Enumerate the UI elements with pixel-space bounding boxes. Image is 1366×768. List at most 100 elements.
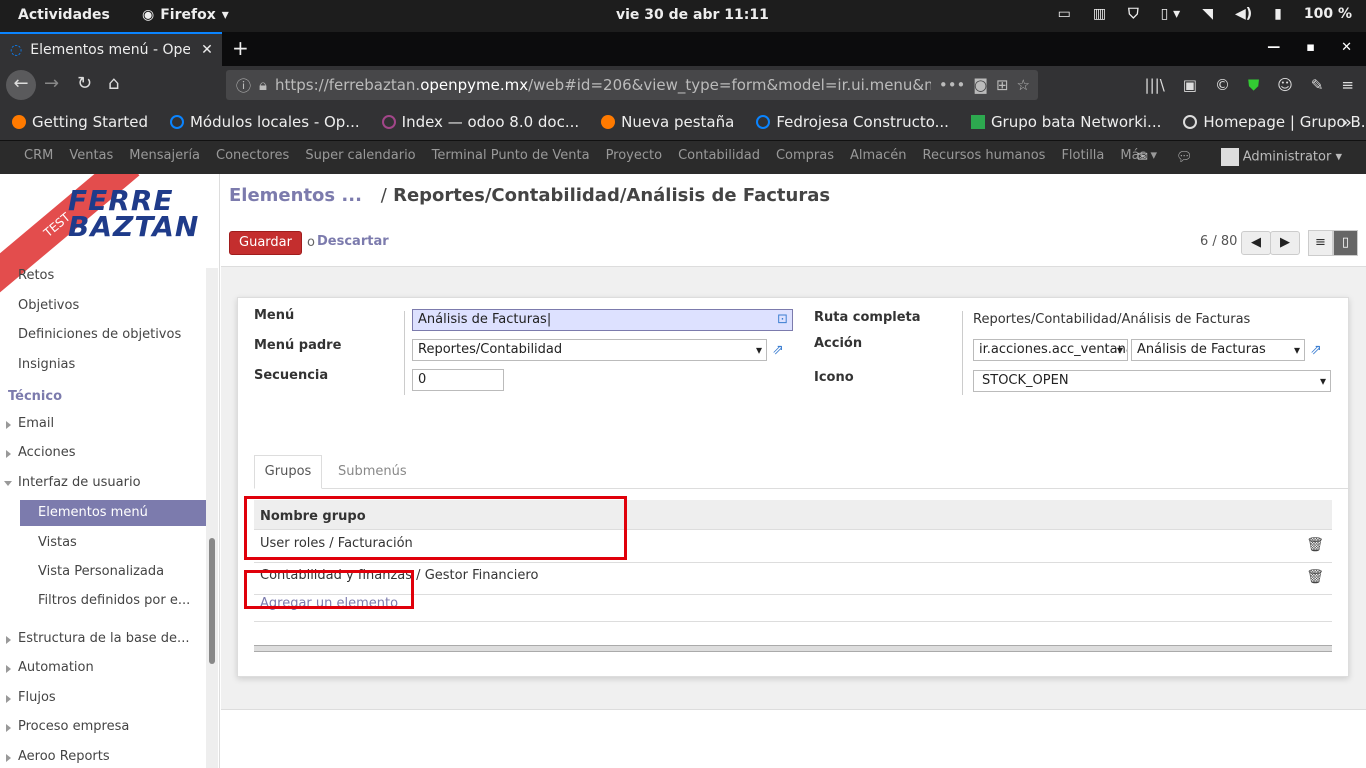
discard-button[interactable]: Descartar (317, 234, 389, 249)
icon-select[interactable]: STOCK_OPEN (973, 370, 1331, 392)
menu-pos[interactable]: Terminal Punto de Venta (432, 148, 590, 163)
sidebar-item-vista-personalizada[interactable]: Vista Personalizada (38, 564, 164, 579)
minimize-icon[interactable]: — (1267, 40, 1280, 55)
sidebar-item-aeroo[interactable]: Aeroo Reports (6, 749, 110, 764)
firefox-icon (12, 115, 26, 129)
close-window-icon[interactable]: ✕ (1341, 40, 1352, 55)
trash-icon[interactable]: 🗑︎ (1306, 564, 1324, 590)
scrollbar-thumb[interactable] (209, 538, 215, 664)
parent-menu-select[interactable]: Reportes/Contabilidad (412, 339, 767, 361)
lock-icon[interactable]: 🔒︎ (259, 76, 267, 94)
home-button[interactable]: ⌂ (108, 73, 119, 94)
url-bar[interactable]: ⓘ 🔒︎ https://ferrebaztan.openpyme.mx/web… (226, 70, 1038, 100)
menu-rrhh[interactable]: Recursos humanos (923, 148, 1046, 163)
external-link-icon[interactable]: ⇗ (772, 342, 784, 358)
sidebar-item-interfaz[interactable]: Interfaz de usuario (4, 475, 141, 490)
save-button[interactable]: Guardar (229, 231, 302, 255)
next-record-button[interactable]: ▶ (1270, 231, 1300, 255)
translate-icon[interactable]: ⊡ (777, 310, 788, 330)
clipboard-icon[interactable]: ▯ ▾ (1161, 6, 1181, 22)
company-logo[interactable]: FERRE BAZTAN (68, 187, 199, 241)
main-menu: CRM Ventas Mensajería Conectores Super c… (24, 148, 1157, 163)
star-icon[interactable]: ☆ (1017, 76, 1030, 94)
bookmark-item[interactable]: Index — odoo 8.0 doc... (381, 113, 579, 131)
shield-icon[interactable]: ⛉ (1128, 6, 1139, 22)
trash-icon[interactable]: 🗑︎ (1306, 532, 1324, 558)
sidebar-item-proceso[interactable]: Proceso empresa (5, 719, 129, 734)
menu-contabilidad[interactable]: Contabilidad (678, 148, 760, 163)
extension-c-icon[interactable]: © (1215, 76, 1230, 94)
forward-button[interactable]: → (44, 73, 59, 94)
activities-button[interactable]: Actividades (18, 7, 110, 23)
user-menu[interactable]: Administrator ▾ (1220, 148, 1342, 166)
new-tab-button[interactable]: + (232, 36, 249, 60)
extension-shield-icon[interactable]: ⛊ (1248, 76, 1259, 94)
more-icon[interactable]: ••• (939, 76, 966, 94)
menu-conectores[interactable]: Conectores (216, 148, 289, 163)
menu-proyecto[interactable]: Proyecto (606, 148, 663, 163)
sequence-input[interactable]: 0 (412, 369, 504, 391)
sidebar-scrollbar[interactable] (206, 268, 218, 768)
sidebar-item-elementos-menu[interactable]: Elementos menú (20, 500, 206, 526)
menu-compras[interactable]: Compras (776, 148, 834, 163)
menu-mensajeria[interactable]: Mensajería (129, 148, 200, 163)
sidebar-item-filtros[interactable]: Filtros definidos por e... (38, 593, 190, 608)
external-link-icon[interactable]: ⇗ (1310, 342, 1322, 358)
action-model-select[interactable]: ir.acciones.acc_ventana (973, 339, 1128, 361)
sidebar-item-email[interactable]: Email (5, 416, 54, 431)
breadcrumb-parent[interactable]: Elementos ... (229, 185, 362, 206)
reload-button[interactable]: ↻ (77, 73, 92, 94)
sidebar-item-automation[interactable]: Automation (6, 660, 94, 675)
chat-icon[interactable]: 💬︎ (1176, 150, 1193, 165)
table-row[interactable]: Contabilidad y finanzas / Gestor Financi… (254, 563, 1332, 595)
bookmark-item[interactable]: Fedrojesa Constructo... (756, 113, 949, 131)
bookmark-item[interactable]: Homepage | Grupo B... (1183, 113, 1366, 131)
pocket-icon[interactable]: ◙ (973, 76, 988, 94)
translate-icon[interactable]: ⊞ (996, 76, 1009, 94)
add-item-link[interactable]: Agregar un elemento (254, 595, 1332, 622)
back-button[interactable]: ← (6, 70, 36, 100)
mail-icon[interactable]: ✉ (1137, 150, 1148, 165)
sidebar-item-retos[interactable]: Retos (18, 268, 54, 283)
menu-crm[interactable]: CRM (24, 148, 53, 163)
sidebar-item-vistas[interactable]: Vistas (38, 535, 77, 550)
app-menu[interactable]: ◉ Firefox ▾ (142, 7, 229, 23)
menu-super-calendario[interactable]: Super calendario (305, 148, 415, 163)
bookmark-item[interactable]: Nueva pestaña (601, 113, 734, 131)
system-tray[interactable]: ▭ ▥ ⛉ ▯ ▾ ◥ ◀) ▮ 100 % (1058, 6, 1352, 22)
sidebar-item-definiciones[interactable]: Definiciones de objetivos (18, 327, 181, 342)
app-icon[interactable]: ▥ (1093, 6, 1106, 22)
maximize-icon[interactable]: ▪ (1306, 40, 1315, 55)
close-tab-icon[interactable]: ✕ (198, 42, 216, 58)
bookmark-item[interactable]: Grupo bata Networki... (970, 113, 1161, 131)
extension-hand-icon[interactable]: ✎ (1311, 76, 1324, 94)
info-icon[interactable]: ⓘ (236, 75, 251, 96)
sidebar-item-estructura[interactable]: Estructura de la base de... (5, 631, 189, 646)
browser-tab[interactable]: ◌ Elementos menú - Open ✕ (0, 32, 222, 66)
menu-name-input[interactable]: Análisis de Facturas| ⊡ (412, 309, 793, 331)
form-view-icon[interactable]: ▯ (1333, 230, 1358, 256)
bookmark-item[interactable]: Getting Started (12, 113, 148, 131)
prev-record-button[interactable]: ◀ (1241, 231, 1271, 255)
menu-ventas[interactable]: Ventas (69, 148, 113, 163)
menu-almacen[interactable]: Almacén (850, 148, 907, 163)
screen-icon[interactable]: ▭ (1058, 6, 1071, 22)
tab-submenus[interactable]: Submenús (338, 464, 407, 479)
extension-face-icon[interactable]: ☺ (1277, 76, 1293, 94)
menu-flotilla[interactable]: Flotilla (1061, 148, 1104, 163)
sidebar-icon[interactable]: ▣ (1183, 76, 1197, 94)
bookmark-item[interactable]: Módulos locales - Op... (169, 113, 360, 131)
sidebar-item-objetivos[interactable]: Objetivos (18, 298, 79, 313)
pager-counter[interactable]: 6 / 80 (1200, 234, 1237, 249)
sidebar-item-insignias[interactable]: Insignias (18, 357, 75, 372)
list-view-icon[interactable]: ≡ (1308, 230, 1333, 256)
sidebar-item-flujos[interactable]: Flujos (6, 690, 56, 705)
library-icon[interactable]: |||\ (1145, 76, 1165, 94)
menu-icon[interactable]: ≡ (1341, 76, 1354, 94)
tab-grupos[interactable]: Grupos (254, 455, 322, 489)
clock[interactable]: vie 30 de abr 11:11 (616, 7, 769, 23)
url-text[interactable]: https://ferrebaztan.openpyme.mx/web#id=2… (275, 76, 931, 94)
action-select[interactable]: Análisis de Facturas (1131, 339, 1305, 361)
chevron-right-icon[interactable]: » (1341, 112, 1352, 133)
sidebar-item-acciones[interactable]: Acciones (6, 445, 76, 460)
